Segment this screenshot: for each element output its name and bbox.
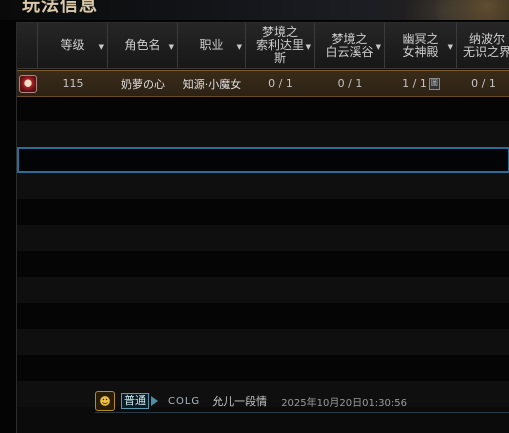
dream-cloud-valley-cell: 0 / 1 — [337, 77, 363, 90]
smiley-icon[interactable]: ☻ — [95, 391, 115, 411]
character-name-cell: 奶萝の心 — [121, 77, 165, 91]
table-row[interactable] — [17, 199, 509, 225]
sort-down-icon[interactable]: ▼ — [448, 41, 453, 54]
column-header-class[interactable]: 职业 ▼ — [178, 23, 246, 68]
chat-message-text: 允儿一段情 — [212, 395, 268, 408]
column-label: 梦境之 索利达里 斯 — [255, 25, 304, 65]
table-row[interactable] — [17, 225, 509, 251]
column-label: 纳波尔 无识之界 — [463, 31, 509, 59]
table-row[interactable] — [17, 95, 509, 121]
table-row[interactable] — [17, 303, 509, 329]
chat-username[interactable]: COLG — [168, 396, 200, 407]
column-label: 幽冥之 女神殿 — [402, 31, 439, 59]
column-header-dream-cloud-valley[interactable]: 梦境之 白云溪谷 ▼ — [315, 23, 385, 68]
column-label: 角色名 — [124, 38, 161, 52]
channel-label: 普通 — [121, 393, 149, 409]
class-cell: 知源·小魔女 — [182, 77, 242, 91]
napol-cell: 0 / 1 — [471, 77, 496, 90]
dream-solidaris-cell: 0 / 1 — [268, 77, 293, 90]
nether-goddess-cell: 1 / 1 圖 — [385, 71, 457, 96]
play-arrow-icon — [151, 396, 158, 406]
column-label: 梦境之 白云溪谷 — [325, 31, 374, 59]
column-label: 等级 — [60, 38, 85, 52]
decorative-background — [399, 0, 509, 20]
table-header: 等级 ▼ 角色名 ▼ 职业 ▼ 梦境之 索利达里 斯 ▼ 梦境之 白云溪谷 ▼ … — [17, 23, 509, 69]
column-header-name[interactable]: 角色名 ▼ — [108, 23, 178, 68]
table-row[interactable] — [17, 355, 509, 381]
table-row-selected[interactable] — [17, 147, 509, 173]
reward-icon[interactable]: 圖 — [428, 77, 440, 90]
sort-down-icon[interactable]: ▼ — [99, 41, 104, 54]
table-row-character[interactable]: 115 奶萝の心 知源·小魔女 0 / 1 0 / 1 1 / 1 圖 0 / … — [17, 70, 509, 97]
column-label: 职业 — [199, 38, 224, 52]
chat-message-line: ☻ 普通 COLG 允儿一段情 2025年10月20日01:30:56 — [95, 389, 509, 413]
column-header-level[interactable]: 等级 ▼ — [38, 23, 108, 68]
sort-down-icon[interactable]: ▼ — [376, 41, 381, 54]
table-row[interactable] — [17, 173, 509, 199]
info-table-panel: 等级 ▼ 角色名 ▼ 职业 ▼ 梦境之 索利达里 斯 ▼ 梦境之 白云溪谷 ▼ … — [16, 22, 509, 433]
sort-down-icon[interactable]: ▼ — [237, 41, 242, 54]
chat-divider — [95, 412, 509, 413]
column-header-nether-goddess[interactable]: 幽冥之 女神殿 ▼ — [385, 23, 457, 68]
column-header-avatar — [17, 23, 38, 68]
table-body — [17, 69, 509, 407]
table-row[interactable] — [17, 121, 509, 147]
sort-down-icon[interactable]: ▼ — [169, 41, 174, 54]
nether-goddess-count: 1 / 1 — [402, 77, 427, 90]
table-row[interactable] — [17, 277, 509, 303]
table-row[interactable] — [17, 251, 509, 277]
column-header-napol[interactable]: 纳波尔 无识之界 — [457, 23, 509, 68]
avatar-cell — [17, 71, 38, 96]
level-cell: 115 — [62, 77, 84, 90]
table-row[interactable] — [17, 329, 509, 355]
chat-channel[interactable]: 普通 — [121, 393, 158, 409]
sort-down-icon[interactable]: ▼ — [306, 41, 311, 54]
window-title: 玩法信息 — [22, 0, 98, 16]
avatar-icon — [18, 74, 37, 93]
column-header-dream-solidaris[interactable]: 梦境之 索利达里 斯 ▼ — [246, 23, 315, 68]
window-titlebar: 玩法信息 — [0, 0, 509, 20]
chat-timestamp: 2025年10月20日01:30:56 — [281, 397, 407, 409]
